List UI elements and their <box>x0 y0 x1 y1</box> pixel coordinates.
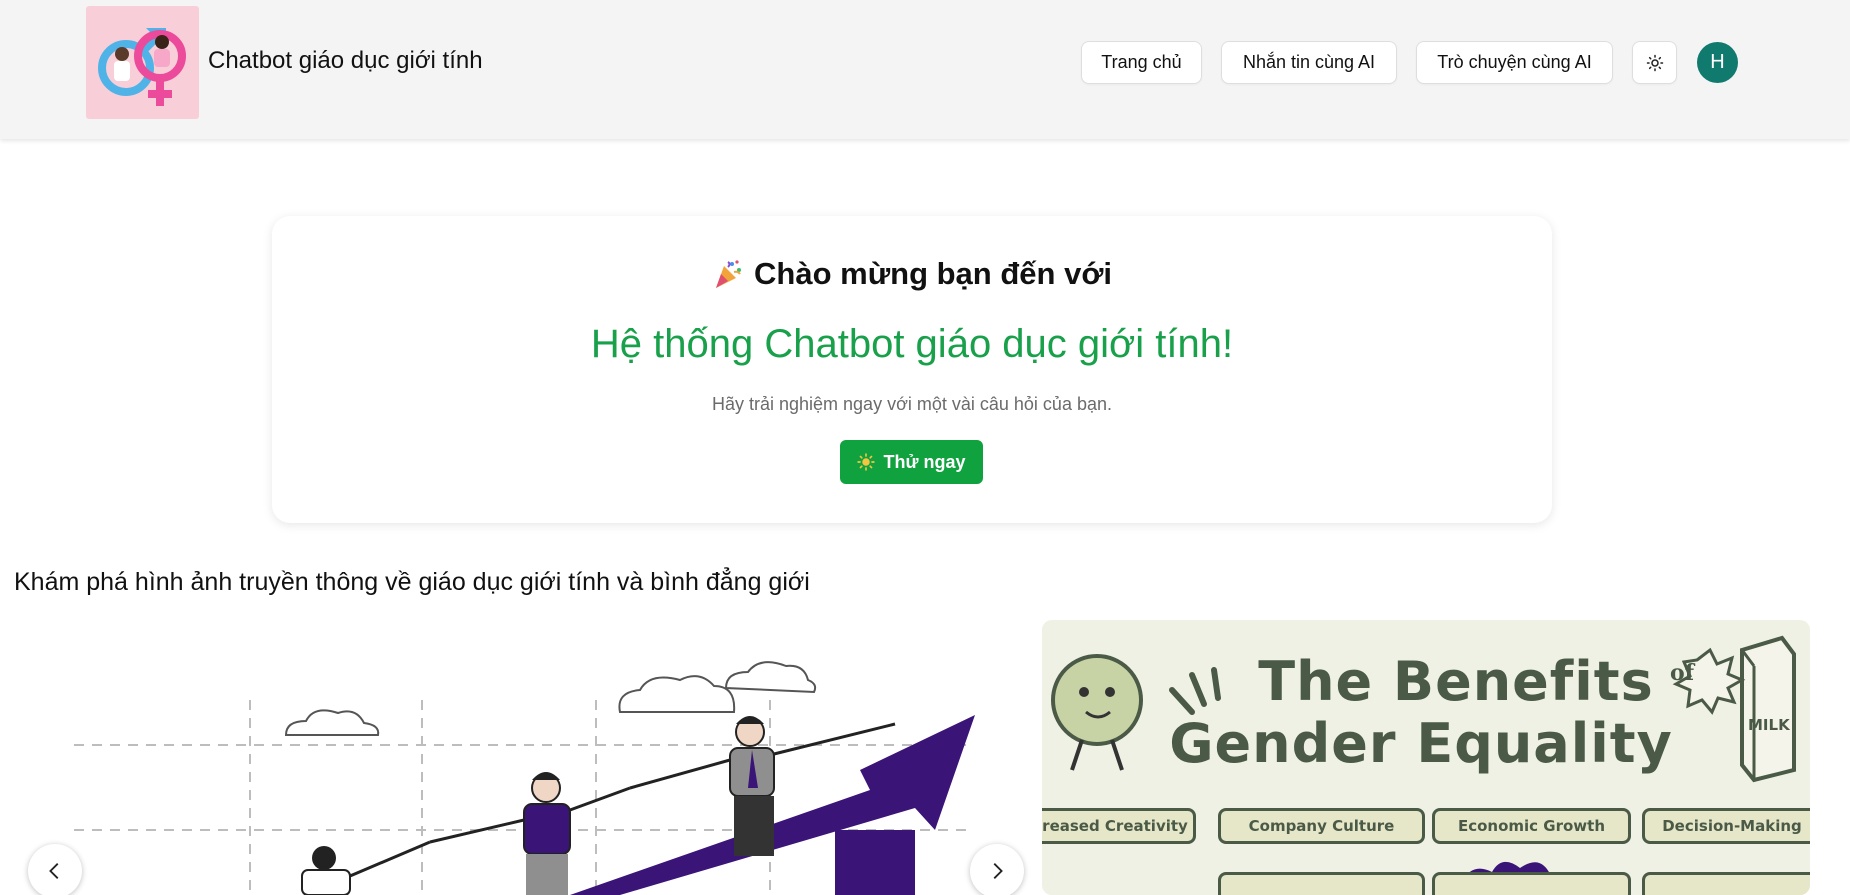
carousel-slide-teamwork[interactable] <box>10 620 1036 895</box>
chevron-right-icon <box>993 863 1003 879</box>
app-logo[interactable] <box>86 6 199 119</box>
welcome-title-text: Chào mừng bạn đến với <box>754 256 1112 291</box>
benefit-title-line1: The Benefits <box>1258 650 1654 713</box>
try-now-button[interactable]: Thử ngay <box>840 440 983 484</box>
nav-home-button[interactable]: Trang chủ <box>1081 41 1202 84</box>
welcome-heading: Chào mừng bạn đến với <box>272 256 1552 292</box>
carousel-slide-gender-equality[interactable]: MILK The Benefits of Gender Equality rea… <box>1042 620 1810 895</box>
top-navbar: Chatbot giáo dục giới tính Trang chủ Nhắ… <box>0 0 1850 139</box>
chevron-left-icon <box>49 863 59 879</box>
benefit-pill-second-row <box>1218 872 1425 895</box>
welcome-card: Chào mừng bạn đến với Hệ thống Chatbot g… <box>272 216 1552 523</box>
benefit-pill: Company Culture <box>1218 808 1425 844</box>
sun-icon <box>857 453 876 471</box>
party-popper-icon <box>716 260 742 288</box>
app-title[interactable]: Chatbot giáo dục giới tính <box>208 47 483 75</box>
user-avatar[interactable]: H <box>1697 42 1738 83</box>
try-now-label: Thử ngay <box>883 451 966 472</box>
benefit-title-line2: Gender Equality <box>1169 712 1673 775</box>
benefit-pill: Decision-Making <box>1642 808 1810 844</box>
benefit-pill-second-row <box>1432 872 1631 895</box>
carousel-next-button[interactable] <box>970 844 1024 895</box>
theme-toggle-button[interactable] <box>1632 41 1677 84</box>
benefit-pill-second-row <box>1642 872 1810 895</box>
benefit-pill: reased Creativity <box>1042 808 1196 844</box>
benefit-of-badge: of <box>1670 660 1695 686</box>
welcome-subtitle: Hệ thống Chatbot giáo dục giới tính! <box>590 322 1234 366</box>
carousel-prev-button[interactable] <box>28 844 82 895</box>
image-carousel[interactable]: MILK The Benefits of Gender Equality rea… <box>0 620 1850 895</box>
section-title: Khám phá hình ảnh truyền thông về giáo d… <box>14 568 810 596</box>
nav-talk-ai-button[interactable]: Trò chuyện cùng AI <box>1416 41 1613 84</box>
nav-message-ai-button[interactable]: Nhắn tin cùng AI <box>1221 41 1397 84</box>
sun-icon <box>1646 54 1663 71</box>
benefit-pill: Economic Growth <box>1432 808 1631 844</box>
teamwork-illustration <box>74 661 975 895</box>
welcome-description: Hãy trải nghiệm ngay với một vài câu hỏi… <box>711 394 1112 414</box>
